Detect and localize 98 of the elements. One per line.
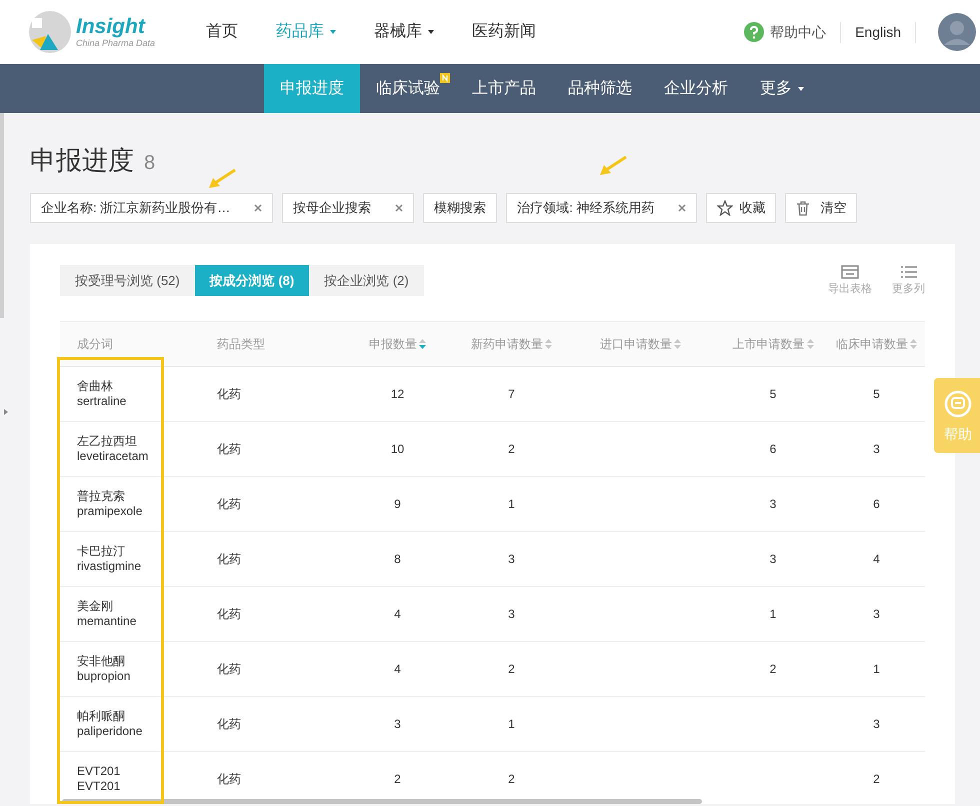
chat-icon [944, 390, 972, 418]
table-cell: 化药 [217, 442, 241, 456]
help-icon [744, 22, 764, 42]
view-tab[interactable]: 按企业浏览 (2) [309, 265, 424, 296]
arrow-annotation [598, 155, 628, 177]
table-cell-text: 舍曲林 [77, 378, 114, 394]
language-link[interactable]: English [841, 22, 916, 42]
table-cell: 化药 [217, 772, 241, 786]
table-cell: 4 [873, 552, 880, 566]
table-cell: 2 [508, 662, 515, 676]
table-cell: 化药 [217, 716, 241, 730]
table-cell: 3 [508, 552, 515, 566]
table-cell: 7 [508, 386, 515, 400]
table-cell: 2 [508, 442, 515, 456]
filter-button[interactable]: 收藏 [706, 193, 776, 223]
table-cell-text: levetiracetam [77, 448, 150, 464]
filter-button[interactable]: 模糊搜索 [423, 193, 498, 223]
table-cell: 2 [508, 772, 515, 786]
table-cell-text: bupropion [77, 668, 132, 684]
close-icon [254, 204, 262, 212]
logo-icon [28, 10, 72, 54]
table-cell: 3 [770, 552, 776, 566]
nav-link[interactable]: 首页 [206, 20, 238, 44]
table-cell: 6 [770, 442, 776, 456]
caret-icon [330, 30, 336, 34]
expand-icon [4, 409, 8, 415]
table-cell: 化药 [217, 496, 241, 510]
table-cell: 10 [390, 442, 404, 456]
table-cell: 9 [394, 496, 401, 510]
table-cell: 1 [508, 496, 515, 510]
table-cell-text: 美金刚 [77, 598, 114, 614]
table-cell: 1 [770, 606, 776, 620]
table-cell: 12 [390, 386, 404, 400]
logo-tagline: China Pharma Data [76, 39, 156, 48]
table-cell-text: paliperidone [77, 724, 144, 738]
table-cell-text: rivastigmine [77, 558, 142, 574]
scrollbar-thumb[interactable] [0, 113, 4, 318]
subnav-tab[interactable]: 企业分析 [648, 64, 744, 113]
nav-link[interactable]: 器械库 [374, 20, 434, 44]
table-cell: 6 [873, 496, 880, 510]
table-cell-text: 普拉克索 [77, 488, 126, 504]
table-cell: 化药 [217, 386, 241, 400]
table-icon [841, 265, 859, 279]
view-tab[interactable]: 按受理号浏览 (52) [60, 265, 195, 296]
table-cell: 4 [394, 606, 401, 620]
table-cell: 4 [394, 662, 401, 676]
table-cell-text: 卡巴拉汀 [77, 544, 126, 558]
table-cell: 5 [770, 386, 776, 400]
table-cell: 8 [394, 552, 401, 566]
trash-icon [796, 200, 810, 216]
table-cell-text: 帕利哌酮 [77, 708, 126, 724]
close-icon [678, 204, 686, 212]
table-cell: 3 [873, 716, 880, 730]
column-header: 药品类型 [216, 336, 266, 352]
table-cell: 2 [770, 662, 776, 676]
subnav-tab[interactable]: 上市产品 [456, 64, 552, 113]
new-badge-icon [440, 73, 450, 83]
caret-icon [798, 86, 804, 90]
table-cell: 化药 [217, 662, 241, 676]
filter-chip[interactable]: 按母企业搜索 [282, 193, 414, 223]
subnav-tab[interactable]: 品种筛选 [552, 64, 648, 113]
logo-name: Insight [76, 16, 146, 37]
table-cell: 5 [873, 386, 880, 400]
filter-button[interactable]: 清空 [785, 193, 858, 223]
table-cell: 3 [873, 442, 880, 456]
list-icon [900, 265, 918, 279]
table-cell-text: 安非他酮 [77, 654, 126, 668]
scrollbar-thumb[interactable] [62, 799, 702, 804]
nav-link[interactable]: 医药新闻 [472, 20, 536, 44]
filter-chip[interactable]: 治疗领域: 神经系统用药 [506, 193, 698, 223]
table-cell: 3 [873, 606, 880, 620]
table-cell-text: memantine [77, 614, 138, 628]
table-cell: 2 [394, 772, 401, 786]
result-count: 8 [144, 151, 156, 176]
filter-chip[interactable]: 企业名称: 浙江京新药业股份有… [30, 193, 274, 223]
table-cell-text: pramipexole [77, 504, 144, 518]
table-cell: 1 [873, 662, 880, 676]
subnav-tab[interactable]: 临床试验 [360, 64, 456, 113]
table-cell-text: EVT201 [77, 778, 122, 794]
column-header: 成分词 [76, 336, 114, 352]
table-cell: 3 [394, 716, 401, 730]
table-cell: 化药 [217, 552, 241, 566]
close-icon [395, 204, 404, 212]
table-cell-text: 左乙拉西坦 [77, 434, 138, 448]
caret-icon [428, 30, 434, 34]
help-link[interactable]: 帮助中心 [744, 22, 842, 42]
avatar-icon [938, 13, 976, 51]
arrow-annotation [207, 168, 237, 190]
table-cell: 1 [508, 716, 515, 730]
table-cell-text: EVT201 [77, 764, 122, 778]
table-cell: 3 [770, 496, 776, 510]
table-cell: 2 [873, 772, 880, 786]
table-cell: 3 [508, 606, 515, 620]
subnav-tab[interactable]: 更多 [744, 64, 820, 113]
table-cell-text: sertraline [77, 394, 128, 408]
page-title: 申报进度 [30, 144, 134, 177]
table-cell: 化药 [217, 606, 241, 620]
star-icon [717, 200, 734, 216]
